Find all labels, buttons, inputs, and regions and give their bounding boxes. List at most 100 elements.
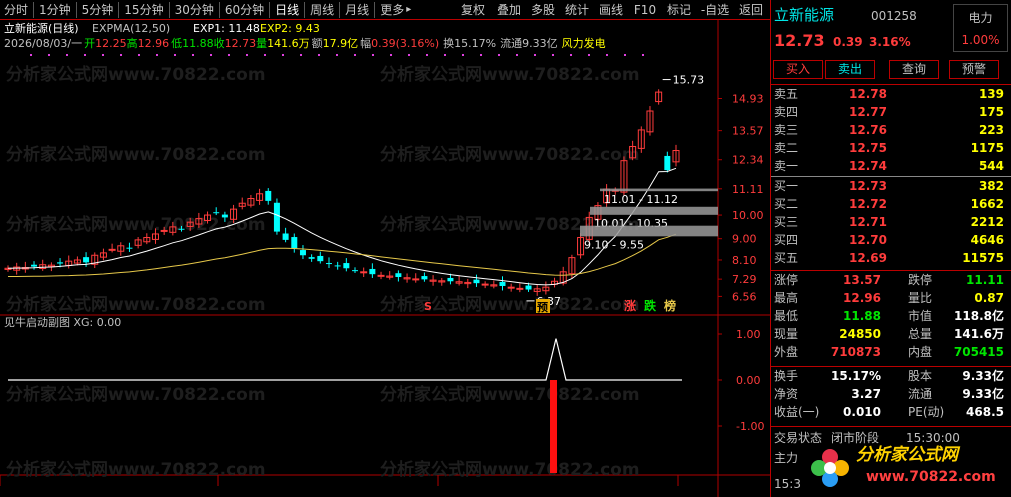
stat-row: 外盘 710873 内盘 705415 bbox=[771, 344, 1011, 361]
toolbar-overlay-button[interactable]: 叠加 bbox=[492, 0, 526, 20]
candle-body[interactable] bbox=[352, 270, 359, 272]
exp2-value: EXP2: 9.43 bbox=[260, 22, 320, 35]
kline-chart-area[interactable]: 分析家公式网www.70822.com 分析家公式网www.70822.com 分析… bbox=[0, 20, 770, 497]
candle-body[interactable] bbox=[525, 285, 532, 290]
stat-label: 股本 bbox=[908, 369, 933, 383]
period-tab-60min[interactable]: 60分钟 bbox=[221, 0, 268, 20]
candle-body[interactable] bbox=[299, 250, 306, 256]
candle-body[interactable] bbox=[360, 271, 368, 274]
candle-body[interactable] bbox=[273, 202, 280, 232]
candle-body[interactable] bbox=[291, 237, 298, 249]
sub-y-tick-label: 1.00 bbox=[736, 328, 761, 341]
candle-body[interactable] bbox=[83, 257, 90, 263]
sell-button[interactable]: 卖出 bbox=[825, 60, 875, 79]
period-tab-1min[interactable]: 1分钟 bbox=[35, 0, 75, 20]
ask-level-row[interactable]: 卖一 12.74 544 bbox=[771, 158, 1011, 175]
period-tab-weekly[interactable]: 周线 bbox=[306, 0, 338, 20]
info-amp: 0.39(3.16%) bbox=[371, 37, 440, 50]
stat-row: 现量 24850 总量 141.6万 bbox=[771, 326, 1011, 343]
info-concept: 风力发电 bbox=[561, 37, 606, 50]
stat-value: 705415 bbox=[953, 345, 1004, 359]
stat-row: 净资 3.27 流通 9.33亿 bbox=[771, 386, 1011, 403]
toolbar-fuquan-button[interactable]: 复权 bbox=[454, 0, 492, 20]
toolbar-back-button[interactable]: 返回 bbox=[734, 0, 768, 20]
bid-level-volume: 1662 bbox=[970, 197, 1004, 211]
sub-chart-xg: XG: 0.00 bbox=[73, 316, 122, 329]
toolbar-draw-button[interactable]: 画线 bbox=[594, 0, 628, 20]
candle-body[interactable] bbox=[481, 283, 489, 286]
candle-body[interactable] bbox=[499, 281, 506, 286]
bid-level-row[interactable]: 买五 12.69 11575 bbox=[771, 250, 1011, 267]
candle-body[interactable] bbox=[213, 212, 220, 214]
candle-body[interactable] bbox=[412, 278, 420, 281]
xg-signal-bar[interactable] bbox=[550, 380, 557, 473]
candle-body[interactable] bbox=[308, 257, 315, 259]
candle-body[interactable] bbox=[473, 279, 480, 284]
ask-level-volume: 139 bbox=[978, 87, 1004, 101]
sector-tag: 电力 bbox=[968, 11, 993, 25]
candle-body[interactable] bbox=[664, 155, 671, 171]
candle-body[interactable] bbox=[507, 286, 515, 289]
ask-level-row[interactable]: 卖四 12.77 175 bbox=[771, 104, 1011, 121]
candle-body[interactable] bbox=[421, 276, 428, 280]
bid-level-row[interactable]: 买一 12.73 382 bbox=[771, 178, 1011, 195]
period-tab-monthly[interactable]: 月线 bbox=[341, 0, 373, 20]
stock-terminal-window: 分时 1分钟 5分钟 15分钟 30分钟 60分钟 日线 周线 月线 更多 ▸ 复权 叠加 多股 统… bbox=[0, 0, 1011, 497]
candle-body[interactable] bbox=[160, 229, 168, 232]
bid-level-row[interactable]: 买四 12.70 4646 bbox=[771, 232, 1011, 249]
candle-body[interactable] bbox=[282, 233, 289, 240]
toolbar-multi-stock-button[interactable]: 多股 bbox=[526, 0, 560, 20]
period-tab-30min[interactable]: 30分钟 bbox=[171, 0, 218, 20]
candle-body[interactable] bbox=[516, 287, 524, 290]
signal-dot bbox=[444, 54, 446, 56]
marker-yu: 预 bbox=[537, 300, 548, 314]
last-price: 12.73 bbox=[774, 31, 825, 50]
buy-button[interactable]: 买入 bbox=[773, 60, 823, 79]
sector-tag-box[interactable]: 电力 1.00% bbox=[953, 4, 1008, 52]
candle-body[interactable] bbox=[447, 277, 454, 282]
ask-level-row[interactable]: 卖三 12.76 223 bbox=[771, 122, 1011, 139]
period-tab-more[interactable]: 更多 bbox=[376, 0, 408, 20]
period-tab-15min[interactable]: 15分钟 bbox=[120, 0, 167, 20]
bid-level-row[interactable]: 买三 12.71 2212 bbox=[771, 214, 1011, 231]
period-tab-minute[interactable]: 分时 bbox=[0, 0, 32, 20]
watermark-text: 分析家公式网www.70822.com bbox=[6, 64, 266, 85]
stat-value: 11.88 bbox=[843, 309, 881, 323]
alert-button[interactable]: 预警 bbox=[949, 60, 999, 79]
stat-label: 市值 bbox=[908, 309, 933, 323]
candle-body[interactable] bbox=[334, 265, 341, 267]
toolbar-separator bbox=[218, 1, 220, 18]
candle-body[interactable] bbox=[178, 228, 185, 230]
toolbar-f10-button[interactable]: F10 bbox=[628, 0, 662, 20]
toolbar-mark-button[interactable]: 标记 bbox=[662, 0, 696, 20]
stat-value: 0.87 bbox=[974, 291, 1004, 305]
divider bbox=[771, 366, 1011, 367]
ask-level-row[interactable]: 卖五 12.78 139 bbox=[771, 86, 1011, 103]
ask-level-row[interactable]: 卖二 12.75 1175 bbox=[771, 140, 1011, 157]
marker-s: S bbox=[424, 300, 432, 313]
query-button[interactable]: 查询 bbox=[889, 60, 939, 79]
toolbar-stats-button[interactable]: 统计 bbox=[560, 0, 594, 20]
kline-canvas[interactable]: 分析家公式网www.70822.com 分析家公式网www.70822.com 分析… bbox=[0, 20, 770, 497]
bid-level-row[interactable]: 买二 12.72 1662 bbox=[771, 196, 1011, 213]
candle-body[interactable] bbox=[221, 214, 228, 218]
info-amt-label: 额 bbox=[311, 37, 323, 50]
candle-body[interactable] bbox=[395, 273, 402, 278]
bid-level-volume: 2212 bbox=[970, 215, 1004, 229]
candle-body[interactable] bbox=[265, 190, 272, 201]
ask-level-label: 卖一 bbox=[774, 159, 799, 173]
candle-body[interactable] bbox=[126, 247, 133, 249]
signal-dot bbox=[516, 54, 518, 56]
candle-body[interactable] bbox=[377, 274, 385, 277]
candle-body[interactable] bbox=[343, 263, 350, 269]
candle-body[interactable] bbox=[369, 268, 376, 275]
period-tab-5min[interactable]: 5分钟 bbox=[78, 0, 118, 20]
period-tab-daily[interactable]: 日线 bbox=[271, 0, 303, 20]
toolbar-watchlist-button[interactable]: -自选 bbox=[696, 0, 734, 20]
candle-body[interactable] bbox=[57, 262, 64, 264]
candle-body[interactable] bbox=[325, 263, 332, 265]
candle-body[interactable] bbox=[31, 264, 38, 267]
candle-body[interactable] bbox=[317, 255, 324, 262]
toolbar-separator bbox=[339, 1, 341, 18]
candle-body[interactable] bbox=[108, 248, 116, 251]
